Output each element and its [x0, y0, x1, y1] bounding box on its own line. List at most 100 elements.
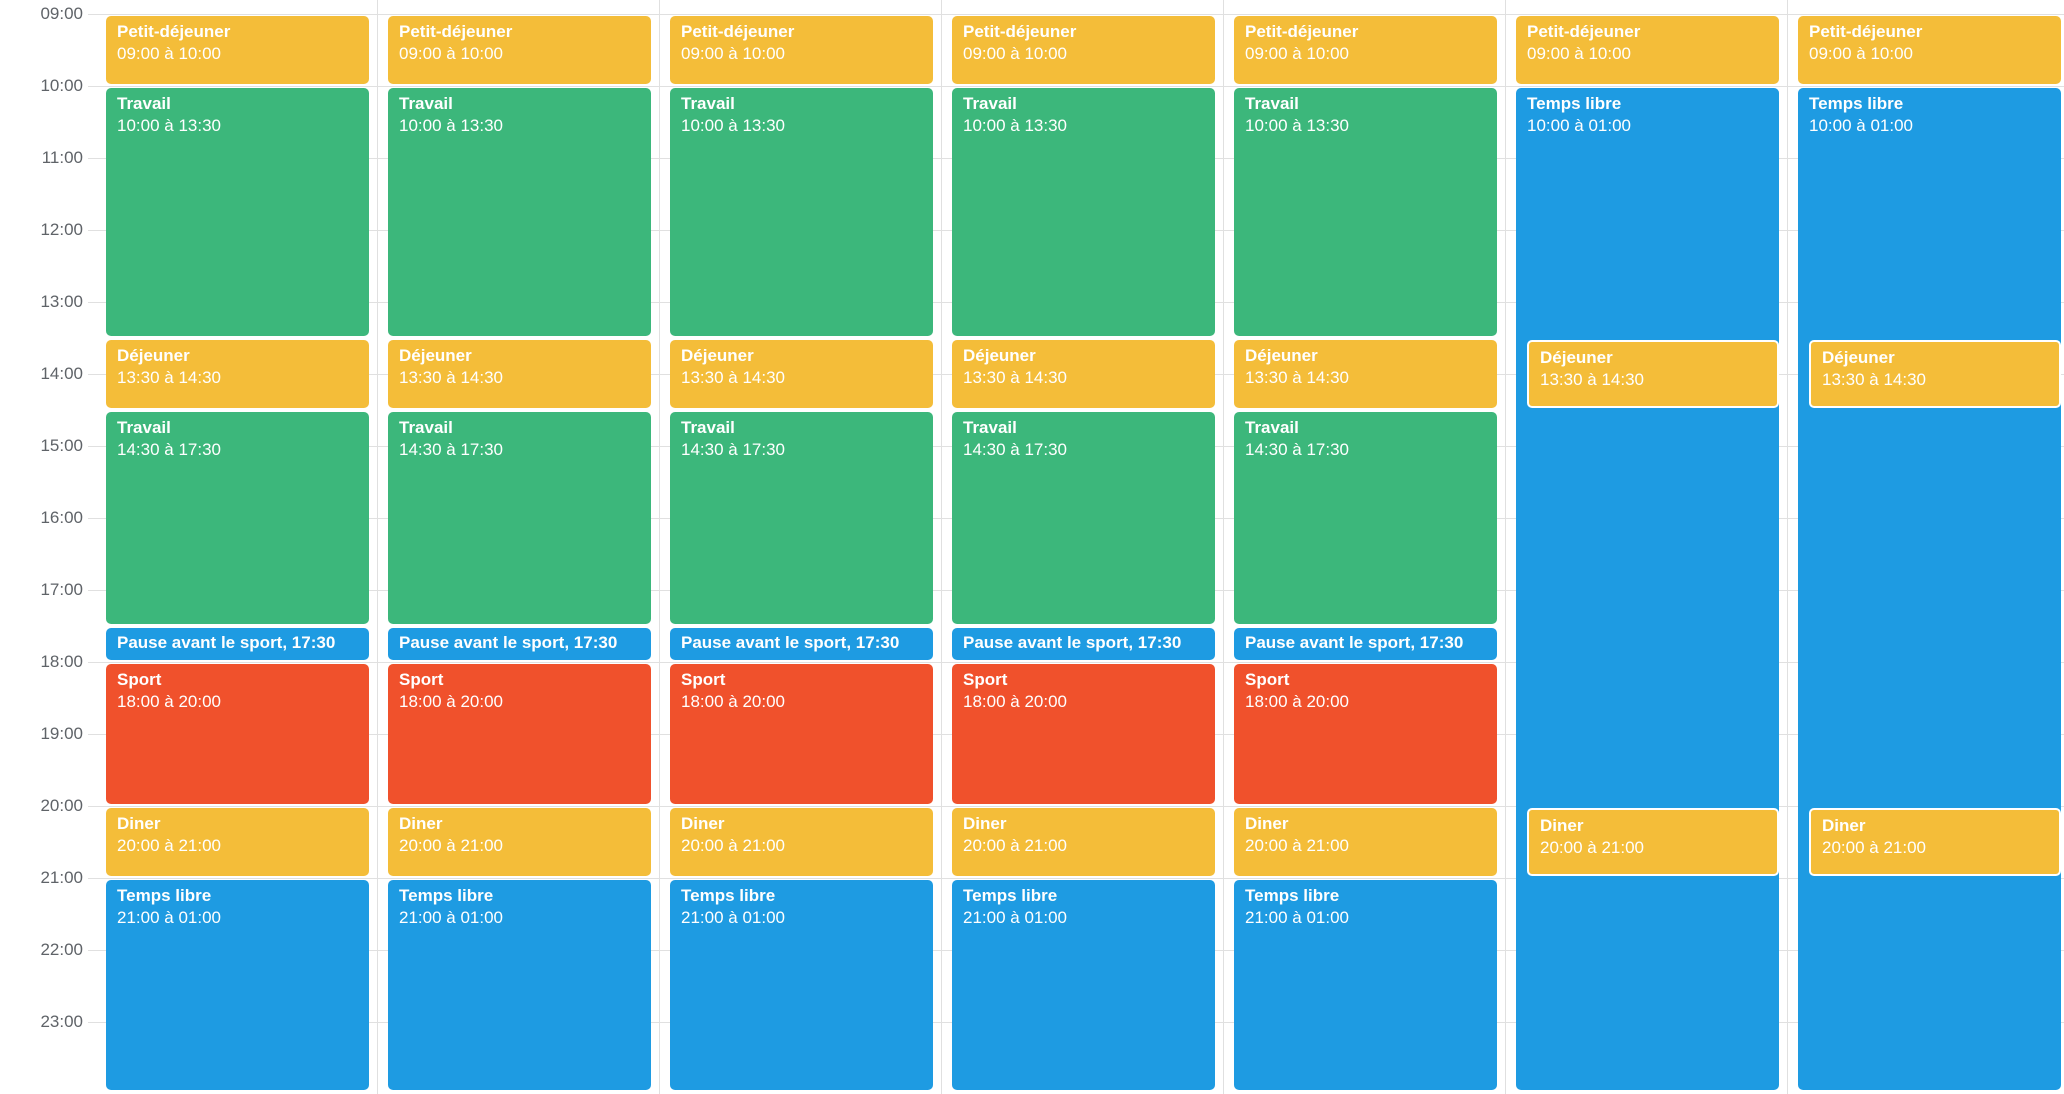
event-title: Temps libre — [117, 886, 212, 905]
event-work[interactable]: Travail 10:00 à 13:30 — [106, 88, 369, 336]
event-meal[interactable]: Diner 20:00 à 21:00 — [1809, 808, 2061, 876]
event-pause[interactable]: Pause avant le sport, 17:30 — [952, 628, 1215, 660]
event-title: Diner — [1822, 816, 1866, 835]
event-meal[interactable]: Diner 20:00 à 21:00 — [952, 808, 1215, 876]
event-meal[interactable]: Petit-déjeuner 09:00 à 10:00 — [1234, 16, 1497, 84]
event-work[interactable]: Travail 14:30 à 17:30 — [388, 412, 651, 624]
event-meal[interactable]: Déjeuner 13:30 à 14:30 — [952, 340, 1215, 408]
event-time: 14:30 à 17:30 — [1245, 440, 1349, 459]
event-free[interactable]: Temps libre 21:00 à 01:00 — [106, 880, 369, 1090]
event-title: Déjeuner — [963, 346, 1036, 365]
event-work[interactable]: Travail 14:30 à 17:30 — [952, 412, 1215, 624]
event-title: Sport — [681, 670, 726, 689]
event-meal[interactable]: Diner 20:00 à 21:00 — [106, 808, 369, 876]
event-meal[interactable]: Déjeuner 13:30 à 14:30 — [1809, 340, 2061, 408]
event-title: Pause avant le sport, 17:30 — [681, 633, 900, 652]
event-title: Sport — [963, 670, 1008, 689]
event-free[interactable]: Temps libre 21:00 à 01:00 — [670, 880, 933, 1090]
event-time: 21:00 à 01:00 — [399, 908, 503, 927]
hour-label: 15:00 — [40, 436, 83, 455]
hour-label: 17:00 — [40, 580, 83, 599]
event-time: 09:00 à 10:00 — [1245, 44, 1349, 63]
event-meal[interactable]: Petit-déjeuner 09:00 à 10:00 — [1798, 16, 2061, 84]
event-meal[interactable]: Petit-déjeuner 09:00 à 10:00 — [952, 16, 1215, 84]
event-title: Déjeuner — [1540, 348, 1613, 367]
event-title: Diner — [117, 814, 161, 833]
event-title: Petit-déjeuner — [963, 22, 1077, 41]
event-work[interactable]: Travail 14:30 à 17:30 — [670, 412, 933, 624]
event-pause[interactable]: Pause avant le sport, 17:30 — [670, 628, 933, 660]
event-title: Temps libre — [681, 886, 776, 905]
event-meal[interactable]: Diner 20:00 à 21:00 — [1234, 808, 1497, 876]
event-meal[interactable]: Déjeuner 13:30 à 14:30 — [670, 340, 933, 408]
event-sport[interactable]: Sport 18:00 à 20:00 — [106, 664, 369, 804]
event-meal[interactable]: Déjeuner 13:30 à 14:30 — [1234, 340, 1497, 408]
event-title: Temps libre — [1527, 94, 1622, 113]
day-separator — [377, 0, 378, 1094]
event-time: 10:00 à 13:30 — [1245, 116, 1349, 135]
event-time: 10:00 à 01:00 — [1809, 116, 1913, 135]
event-sport[interactable]: Sport 18:00 à 20:00 — [388, 664, 651, 804]
event-time: 18:00 à 20:00 — [681, 692, 785, 711]
event-title: Travail — [681, 94, 735, 113]
event-meal[interactable]: Déjeuner 13:30 à 14:30 — [388, 340, 651, 408]
event-work[interactable]: Travail 10:00 à 13:30 — [670, 88, 933, 336]
hour-label: 23:00 — [40, 1012, 83, 1031]
event-pause[interactable]: Pause avant le sport, 17:30 — [388, 628, 651, 660]
event-title: Déjeuner — [399, 346, 472, 365]
event-free[interactable]: Temps libre 21:00 à 01:00 — [1234, 880, 1497, 1090]
event-title: Pause avant le sport, 17:30 — [963, 633, 1182, 652]
event-time: 20:00 à 21:00 — [117, 836, 221, 855]
event-meal[interactable]: Diner 20:00 à 21:00 — [388, 808, 651, 876]
event-time: 13:30 à 14:30 — [681, 368, 785, 387]
hour-label: 09:00 — [40, 4, 83, 23]
event-time: 13:30 à 14:30 — [399, 368, 503, 387]
event-meal[interactable]: Déjeuner 13:30 à 14:30 — [106, 340, 369, 408]
event-work[interactable]: Travail 10:00 à 13:30 — [952, 88, 1215, 336]
event-work[interactable]: Travail 14:30 à 17:30 — [1234, 412, 1497, 624]
event-meal[interactable]: Petit-déjeuner 09:00 à 10:00 — [106, 16, 369, 84]
event-time: 09:00 à 10:00 — [399, 44, 503, 63]
event-title: Temps libre — [1809, 94, 1904, 113]
event-free[interactable]: Temps libre 21:00 à 01:00 — [388, 880, 651, 1090]
event-meal[interactable]: Petit-déjeuner 09:00 à 10:00 — [670, 16, 933, 84]
event-pause[interactable]: Pause avant le sport, 17:30 — [106, 628, 369, 660]
hour-label: 11:00 — [41, 148, 83, 167]
event-time: 10:00 à 13:30 — [399, 116, 503, 135]
event-time: 09:00 à 10:00 — [117, 44, 221, 63]
event-time: 20:00 à 21:00 — [1540, 838, 1644, 857]
event-title: Pause avant le sport, 17:30 — [1245, 633, 1464, 652]
event-free[interactable]: Temps libre 10:00 à 01:00 — [1798, 88, 2061, 1090]
event-time: 09:00 à 10:00 — [1809, 44, 1913, 63]
event-title: Petit-déjeuner — [1809, 22, 1923, 41]
event-sport[interactable]: Sport 18:00 à 20:00 — [670, 664, 933, 804]
event-time: 20:00 à 21:00 — [1822, 838, 1926, 857]
event-title: Travail — [117, 94, 171, 113]
event-title: Diner — [399, 814, 443, 833]
event-title: Sport — [1245, 670, 1290, 689]
event-meal[interactable]: Diner 20:00 à 21:00 — [670, 808, 933, 876]
hour-label: 22:00 — [40, 940, 83, 959]
event-meal[interactable]: Diner 20:00 à 21:00 — [1527, 808, 1779, 876]
event-sport[interactable]: Sport 18:00 à 20:00 — [952, 664, 1215, 804]
event-time: 20:00 à 21:00 — [399, 836, 503, 855]
event-sport[interactable]: Sport 18:00 à 20:00 — [1234, 664, 1497, 804]
event-title: Travail — [399, 94, 453, 113]
event-title: Travail — [1245, 94, 1299, 113]
event-work[interactable]: Travail 10:00 à 13:30 — [388, 88, 651, 336]
hour-label: 18:00 — [40, 652, 83, 671]
event-meal[interactable]: Petit-déjeuner 09:00 à 10:00 — [1516, 16, 1779, 84]
event-meal[interactable]: Petit-déjeuner 09:00 à 10:00 — [388, 16, 651, 84]
event-pause[interactable]: Pause avant le sport, 17:30 — [1234, 628, 1497, 660]
event-meal[interactable]: Déjeuner 13:30 à 14:30 — [1527, 340, 1779, 408]
event-title: Diner — [681, 814, 725, 833]
event-title: Petit-déjeuner — [1527, 22, 1641, 41]
event-time: 10:00 à 13:30 — [681, 116, 785, 135]
event-title: Temps libre — [1245, 886, 1340, 905]
event-time: 13:30 à 14:30 — [117, 368, 221, 387]
hour-label: 21:00 — [40, 868, 83, 887]
event-work[interactable]: Travail 10:00 à 13:30 — [1234, 88, 1497, 336]
event-work[interactable]: Travail 14:30 à 17:30 — [106, 412, 369, 624]
event-free[interactable]: Temps libre 10:00 à 01:00 — [1516, 88, 1779, 1090]
event-free[interactable]: Temps libre 21:00 à 01:00 — [952, 880, 1215, 1090]
